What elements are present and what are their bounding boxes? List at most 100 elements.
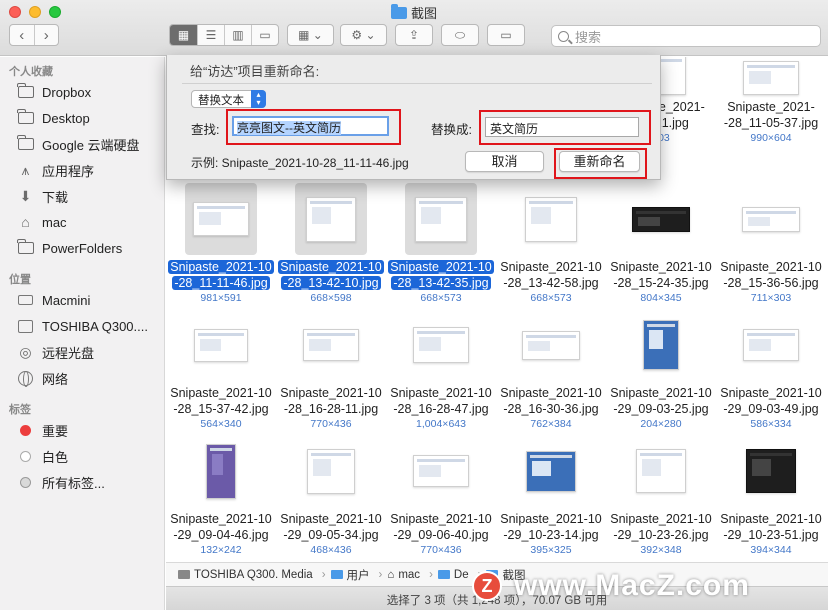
- image-thumbnail: [632, 206, 690, 232]
- sidebar-item-desktop[interactable]: Desktop: [0, 105, 164, 131]
- sidebar-item-label: 白色: [42, 449, 69, 465]
- file-name-line: Snipaste_2021-10: [500, 260, 602, 274]
- file-name-line: -28_16-28-11.jpg: [283, 402, 379, 416]
- file-name: Snipaste_2021-10 -28_15-36-56.jpg: [716, 259, 826, 291]
- sidebar-item-tag-important[interactable]: 重要: [0, 417, 164, 443]
- cancel-button[interactable]: 取消: [465, 151, 544, 172]
- new-folder-icon: ▭: [500, 28, 512, 42]
- file-item[interactable]: Snipaste_2021-10 -28_13-42-58.jpg 668×573: [496, 183, 606, 304]
- path-segment-label: De: [453, 568, 469, 581]
- file-thumbnail-frame: [295, 435, 367, 507]
- sidebar-item-dropbox[interactable]: Dropbox: [0, 79, 164, 105]
- disk-icon: [178, 570, 190, 579]
- sidebar-item-label: 下载: [42, 189, 69, 205]
- file-name-line: -28_15-24-35.jpg: [613, 276, 709, 290]
- file-name-line: Snipaste_2021-10: [390, 512, 492, 526]
- action-menu[interactable]: ⚙ ⌄: [340, 24, 387, 46]
- icon-view-button[interactable]: ▦: [170, 25, 198, 45]
- file-item[interactable]: Snipaste_2021-10 -28_15-36-56.jpg 711×303: [716, 183, 826, 304]
- folder-icon: [17, 83, 34, 101]
- file-item[interactable]: Snipaste_2021-10 -29_10-23-14.jpg 395×325: [496, 435, 606, 556]
- file-item[interactable]: Snipaste_2021-10 -29_09-04-46.jpg 132×242: [166, 435, 276, 556]
- image-thumbnail: [746, 449, 796, 493]
- file-name: Snipaste_2021-10 -28_15-24-35.jpg: [606, 259, 716, 291]
- file-name-line: Snipaste_2021-10: [610, 386, 712, 400]
- sidebar-item-network[interactable]: 网络: [0, 365, 164, 391]
- file-name-line: Snipaste_2021-10: [278, 260, 384, 274]
- file-item[interactable]: Snipaste_2021-10 -28_11-11-46.jpg 981×591: [166, 183, 276, 304]
- file-name-line: -29_09-03-25.jpg: [613, 402, 709, 416]
- file-item[interactable]: Snipaste_2021-10 -29_10-23-51.jpg 394×344: [716, 435, 826, 556]
- file-item[interactable]: Snipaste_2021- -28_11-05-37.jpg 990×604: [716, 57, 826, 144]
- sidebar-item-label: PowerFolders: [42, 240, 123, 256]
- file-thumbnail-frame: [405, 435, 477, 507]
- sidebar-item-home[interactable]: ⌂ mac: [0, 209, 164, 235]
- forward-button[interactable]: ›: [35, 25, 59, 45]
- column-view-button[interactable]: ▥: [225, 25, 252, 45]
- sidebar-item-downloads[interactable]: ⬇ 下载: [0, 183, 164, 209]
- file-name-line: -28_16-28-47.jpg: [393, 402, 489, 416]
- rename-mode-select[interactable]: 替换文本 ▴ ▾: [191, 90, 266, 108]
- sidebar-item-remote-disc[interactable]: ◎ 远程光盘: [0, 339, 164, 365]
- example-text: 示例: Snipaste_2021-10-28_11-11-46.jpg: [191, 156, 409, 170]
- file-item[interactable]: Snipaste_2021-10 -28_15-37-42.jpg 564×340: [166, 309, 276, 430]
- sidebar-item-label: Macmini: [42, 292, 91, 308]
- file-name-line: -29_09-03-49.jpg: [723, 402, 819, 416]
- image-dimensions: 392×348: [640, 544, 682, 556]
- file-name: Snipaste_2021-10 -28_13-42-58.jpg: [496, 259, 606, 291]
- sidebar-item-google-drive[interactable]: Google 云端硬盘: [0, 131, 164, 157]
- list-view-button[interactable]: ☰: [198, 25, 225, 45]
- file-name-line: -29_10-23-14.jpg: [503, 528, 599, 542]
- search-placeholder: 搜索: [575, 29, 602, 45]
- sidebar-item-macmini[interactable]: Macmini: [0, 287, 164, 313]
- file-item[interactable]: Snipaste_2021-10 -29_09-03-49.jpg 586×334: [716, 309, 826, 430]
- file-name-line: -28_15-37-42.jpg: [173, 402, 269, 416]
- file-item[interactable]: Snipaste_2021-10 -28_16-28-11.jpg 770×436: [276, 309, 386, 430]
- file-item[interactable]: Snipaste_2021-10 -28_16-28-47.jpg 1,004×64…: [386, 309, 496, 430]
- share-button[interactable]: ⇪: [395, 24, 433, 46]
- sidebar-item-all-tags[interactable]: 所有标签...: [0, 469, 164, 495]
- file-name-line: Snipaste_2021-10: [610, 260, 712, 274]
- file-item[interactable]: Snipaste_2021-10 -29_09-06-40.jpg 770×436: [386, 435, 496, 556]
- image-dimensions: 668×598: [310, 292, 352, 304]
- sidebar-item-toshiba[interactable]: TOSHIBA Q300....: [0, 313, 164, 339]
- image-thumbnail: [636, 449, 686, 493]
- new-folder-button[interactable]: ▭: [487, 24, 525, 46]
- rename-highlight-box: [554, 148, 647, 179]
- file-item[interactable]: Snipaste_2021-10 -28_13-42-10.jpg 668×598: [276, 183, 386, 304]
- path-segment-desktop[interactable]: De: [437, 568, 469, 581]
- image-thumbnail: [743, 329, 799, 361]
- file-item[interactable]: Snipaste_2021-10 -29_09-05-34.jpg 468×436: [276, 435, 386, 556]
- path-segment-home[interactable]: ⌂ mac: [387, 569, 420, 581]
- file-thumbnail-frame: [735, 309, 807, 381]
- favorites-heading: 个人收藏: [9, 66, 53, 78]
- sidebar-item-powerfolders[interactable]: PowerFolders: [0, 235, 164, 261]
- file-item[interactable]: Snipaste_2021-10 -28_13-42-35.jpg 668×573: [386, 183, 496, 304]
- sidebar-item-label: 重要: [42, 423, 69, 439]
- file-name-line: -28_13-42-35.jpg: [391, 276, 491, 290]
- file-name-line: Snipaste_2021-10: [720, 512, 822, 526]
- sidebar-item-applications[interactable]: ⩚ 应用程序: [0, 157, 164, 183]
- path-segment-users[interactable]: 用户: [330, 567, 370, 583]
- tag-button[interactable]: ⬭: [441, 24, 479, 46]
- computer-icon: [17, 292, 34, 309]
- sidebar-item-tag-white[interactable]: 白色: [0, 443, 164, 469]
- file-item[interactable]: Snipaste_2021-10 -28_16-30-36.jpg 762×384: [496, 309, 606, 430]
- image-dimensions: 394×344: [750, 544, 792, 556]
- share-icon: ⇪: [408, 28, 420, 42]
- file-item[interactable]: Snipaste_2021-10 -29_09-03-25.jpg 204×280: [606, 309, 716, 430]
- gallery-view-button[interactable]: ▭: [252, 25, 278, 45]
- file-item[interactable]: Snipaste_2021-10 -29_10-23-26.jpg 392×348: [606, 435, 716, 556]
- group-by-menu[interactable]: ▦ ⌄: [287, 24, 334, 46]
- image-dimensions: 204×280: [640, 418, 682, 430]
- back-button[interactable]: ‹: [10, 25, 35, 45]
- search-field[interactable]: 搜索: [551, 25, 821, 47]
- find-label: 查找:: [191, 123, 220, 137]
- path-segment-volume[interactable]: TOSHIBA Q300. Media: [178, 569, 313, 581]
- image-dimensions: 468×436: [310, 544, 352, 556]
- image-dimensions: 395×325: [530, 544, 572, 556]
- file-item[interactable]: Snipaste_2021-10 -28_15-24-35.jpg 804×345: [606, 183, 716, 304]
- download-icon: ⬇: [19, 187, 32, 204]
- home-icon: ⌂: [387, 568, 395, 581]
- image-dimensions: 586×334: [750, 418, 792, 430]
